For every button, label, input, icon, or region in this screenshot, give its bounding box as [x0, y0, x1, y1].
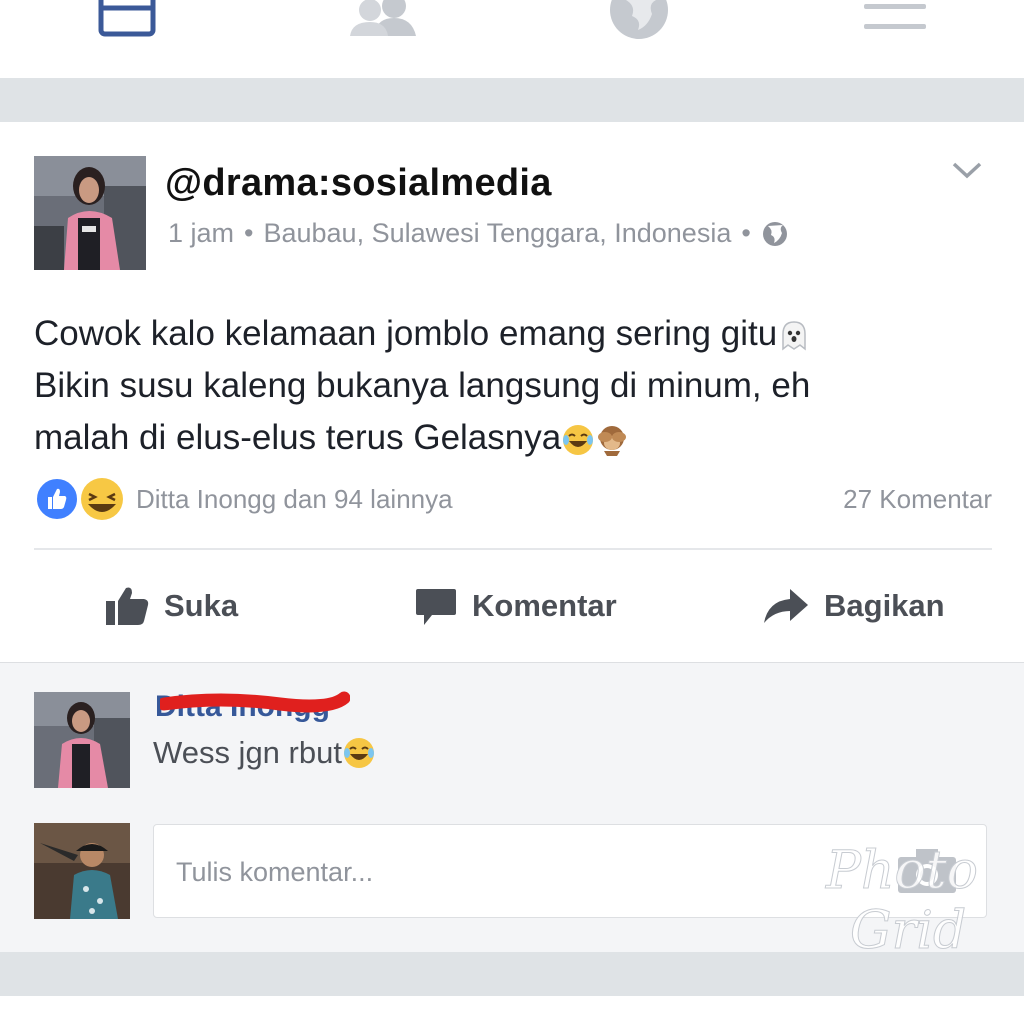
- feed-separator: [0, 78, 1024, 122]
- globe-icon[interactable]: [608, 0, 670, 42]
- post-author-name[interactable]: @drama:sosialmedia: [165, 162, 552, 205]
- public-globe-icon: [762, 221, 787, 246]
- ghost-emoji-icon: [782, 320, 806, 351]
- comment-body: Wess jgn rbut: [153, 735, 376, 771]
- commenter-avatar[interactable]: [34, 692, 130, 788]
- share-button[interactable]: Bagikan: [762, 580, 945, 632]
- post-author-avatar[interactable]: [34, 156, 146, 270]
- watermark-line1: Photo: [825, 841, 978, 901]
- meta-separator: •: [244, 218, 254, 248]
- post-line-text: malah di elus-elus terus Gelasnya: [34, 418, 562, 457]
- menu-icon[interactable]: [862, 0, 928, 36]
- see-no-evil-monkey-emoji-icon: [598, 425, 627, 456]
- comment-input[interactable]: [174, 851, 828, 893]
- top-navigation-bar: [0, 0, 1024, 78]
- chevron-down-icon[interactable]: [950, 158, 984, 182]
- share-label: Bagikan: [824, 588, 945, 623]
- like-button[interactable]: Suka: [104, 580, 238, 632]
- post-time[interactable]: 1 jam: [168, 218, 234, 249]
- tears-of-joy-emoji-icon: [343, 738, 374, 768]
- post-line: Bikin susu kaleng bukanya langsung di mi…: [34, 366, 811, 405]
- post-line: malah di elus-elus terus Gelasnya: [34, 412, 934, 464]
- comment-button[interactable]: Komentar: [414, 580, 617, 632]
- reaction-icons: [35, 477, 123, 521]
- post-line-text: Cowok kalo kelamaan jomblo emang sering …: [34, 314, 778, 353]
- like-label: Suka: [164, 588, 239, 623]
- post-meta: 1 jam • Baubau, Sulawesi Tenggara, Indon…: [168, 218, 789, 249]
- reactions-bar[interactable]: Ditta Inongg dan 94 lainnya 27 Komentar: [34, 476, 992, 522]
- meta-separator: •: [741, 218, 751, 248]
- post-divider: [34, 548, 992, 550]
- tears-of-joy-emoji-icon: [563, 424, 594, 455]
- reaction-names[interactable]: Ditta Inongg dan 94 lainnya: [136, 484, 453, 515]
- comment-bubble-icon: [416, 589, 456, 625]
- post-line: Cowok kalo kelamaan jomblo emang sering …: [34, 308, 934, 360]
- post-location[interactable]: Baubau, Sulawesi Tenggara, Indonesia: [263, 218, 731, 249]
- news-feed-icon[interactable]: [98, 0, 156, 38]
- comment-label: Komentar: [472, 588, 617, 623]
- current-user-avatar[interactable]: [34, 823, 130, 919]
- photogrid-watermark: Photo Grid: [825, 841, 979, 962]
- thumbs-up-icon: [106, 587, 149, 625]
- comment-text: Wess jgn rbut: [153, 735, 342, 770]
- post-body: Cowok kalo kelamaan jomblo emang sering …: [34, 308, 934, 464]
- watermark-line2: Grid: [850, 901, 966, 961]
- redaction-scribble: [160, 691, 350, 713]
- friends-icon[interactable]: [346, 0, 420, 40]
- comment-count[interactable]: 27 Komentar: [843, 484, 992, 515]
- share-arrow-icon: [764, 589, 808, 623]
